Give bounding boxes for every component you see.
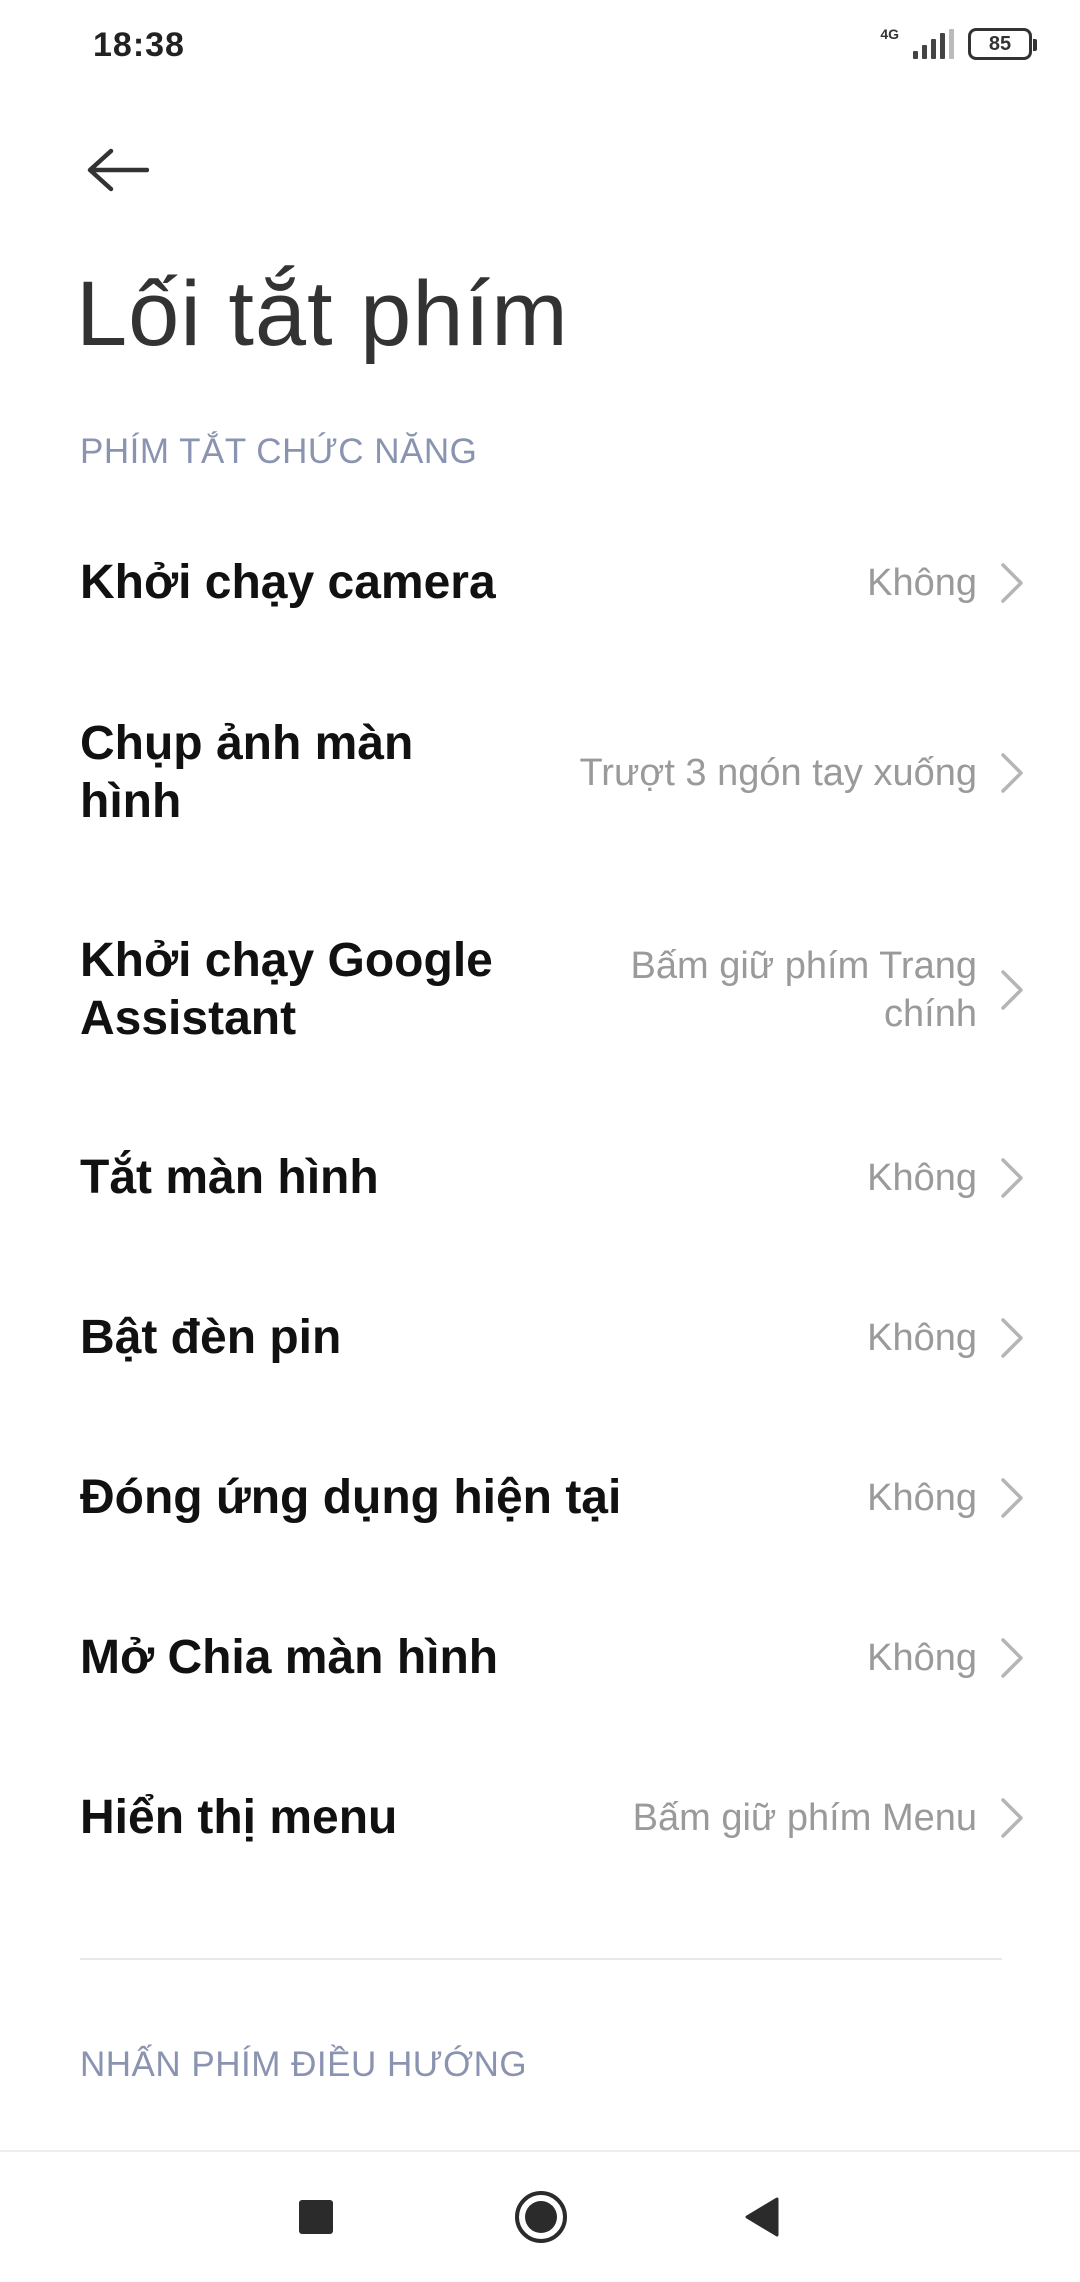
row-value: Không bbox=[867, 1476, 977, 1519]
row-title: Tắt màn hình bbox=[80, 1150, 379, 1204]
row-title: Chụp ảnh màn hình bbox=[80, 716, 414, 828]
row-launch-google-assistant[interactable]: Khởi chạy Google Assistant Bấm giữ phím … bbox=[0, 912, 1080, 1067]
chevron-right-icon bbox=[999, 968, 1025, 1012]
recents-button[interactable] bbox=[256, 2152, 376, 2282]
chevron-right-icon bbox=[999, 751, 1025, 795]
page-title: Lối tắt phím bbox=[76, 263, 569, 365]
row-value: Bấm giữ phím Trang chính bbox=[630, 944, 977, 1035]
row-close-current-app[interactable]: Đóng ứng dụng hiện tại Không bbox=[0, 1435, 1080, 1560]
triangle-back-icon bbox=[745, 2197, 779, 2237]
row-value: Không bbox=[867, 1316, 977, 1359]
battery-level: 85 bbox=[988, 32, 1012, 55]
chevron-right-icon bbox=[999, 1156, 1025, 1200]
row-title: Khởi chạy camera bbox=[80, 555, 496, 609]
row-screenshot[interactable]: Chụp ảnh màn hình Trượt 3 ngón tay xuống bbox=[0, 695, 1080, 850]
status-icons: 4G 85 bbox=[880, 26, 1037, 60]
chevron-right-icon bbox=[999, 1316, 1025, 1360]
row-title: Đóng ứng dụng hiện tại bbox=[80, 1470, 622, 1524]
status-bar: 18:38 4G 85 bbox=[0, 0, 1080, 96]
back-button[interactable] bbox=[72, 130, 162, 210]
row-value: Không bbox=[867, 561, 977, 604]
row-value: Bấm giữ phím Menu bbox=[632, 1796, 977, 1839]
row-title: Mở Chia màn hình bbox=[80, 1630, 499, 1684]
square-icon bbox=[299, 2200, 333, 2234]
section-divider bbox=[80, 1958, 1002, 1960]
row-turn-on-flashlight[interactable]: Bật đèn pin Không bbox=[0, 1275, 1080, 1400]
section-header-navigation-keys: NHẤN PHÍM ĐIỀU HƯỚNG bbox=[80, 2045, 528, 2084]
chevron-right-icon bbox=[999, 1796, 1025, 1840]
status-time: 18:38 bbox=[93, 26, 185, 64]
home-button[interactable] bbox=[481, 2152, 601, 2282]
row-title: Hiển thị menu bbox=[80, 1790, 398, 1844]
row-show-menu[interactable]: Hiển thị menu Bấm giữ phím Menu bbox=[0, 1755, 1080, 1880]
network-type-label: 4G bbox=[880, 26, 899, 42]
chevron-right-icon bbox=[999, 561, 1025, 605]
back-nav-button[interactable] bbox=[701, 2152, 821, 2282]
row-value: Không bbox=[867, 1156, 977, 1199]
arrow-left-icon bbox=[87, 148, 149, 192]
row-value: Trượt 3 ngón tay xuống bbox=[579, 751, 978, 794]
chevron-right-icon bbox=[999, 1636, 1025, 1680]
row-launch-camera[interactable]: Khởi chạy camera Không bbox=[0, 520, 1080, 645]
row-title: Bật đèn pin bbox=[80, 1310, 342, 1364]
row-title: Khởi chạy Google Assistant bbox=[80, 933, 493, 1045]
circle-icon bbox=[515, 2191, 567, 2243]
section-header-function-shortcuts: PHÍM TẮT CHỨC NĂNG bbox=[80, 432, 478, 471]
system-nav-bar bbox=[0, 2150, 1080, 2280]
signal-icon bbox=[913, 29, 954, 59]
row-value: Không bbox=[867, 1636, 977, 1679]
chevron-right-icon bbox=[999, 1476, 1025, 1520]
row-turn-off-screen[interactable]: Tắt màn hình Không bbox=[0, 1115, 1080, 1240]
battery-icon: 85 bbox=[968, 28, 1037, 60]
row-open-split-screen[interactable]: Mở Chia màn hình Không bbox=[0, 1595, 1080, 1720]
